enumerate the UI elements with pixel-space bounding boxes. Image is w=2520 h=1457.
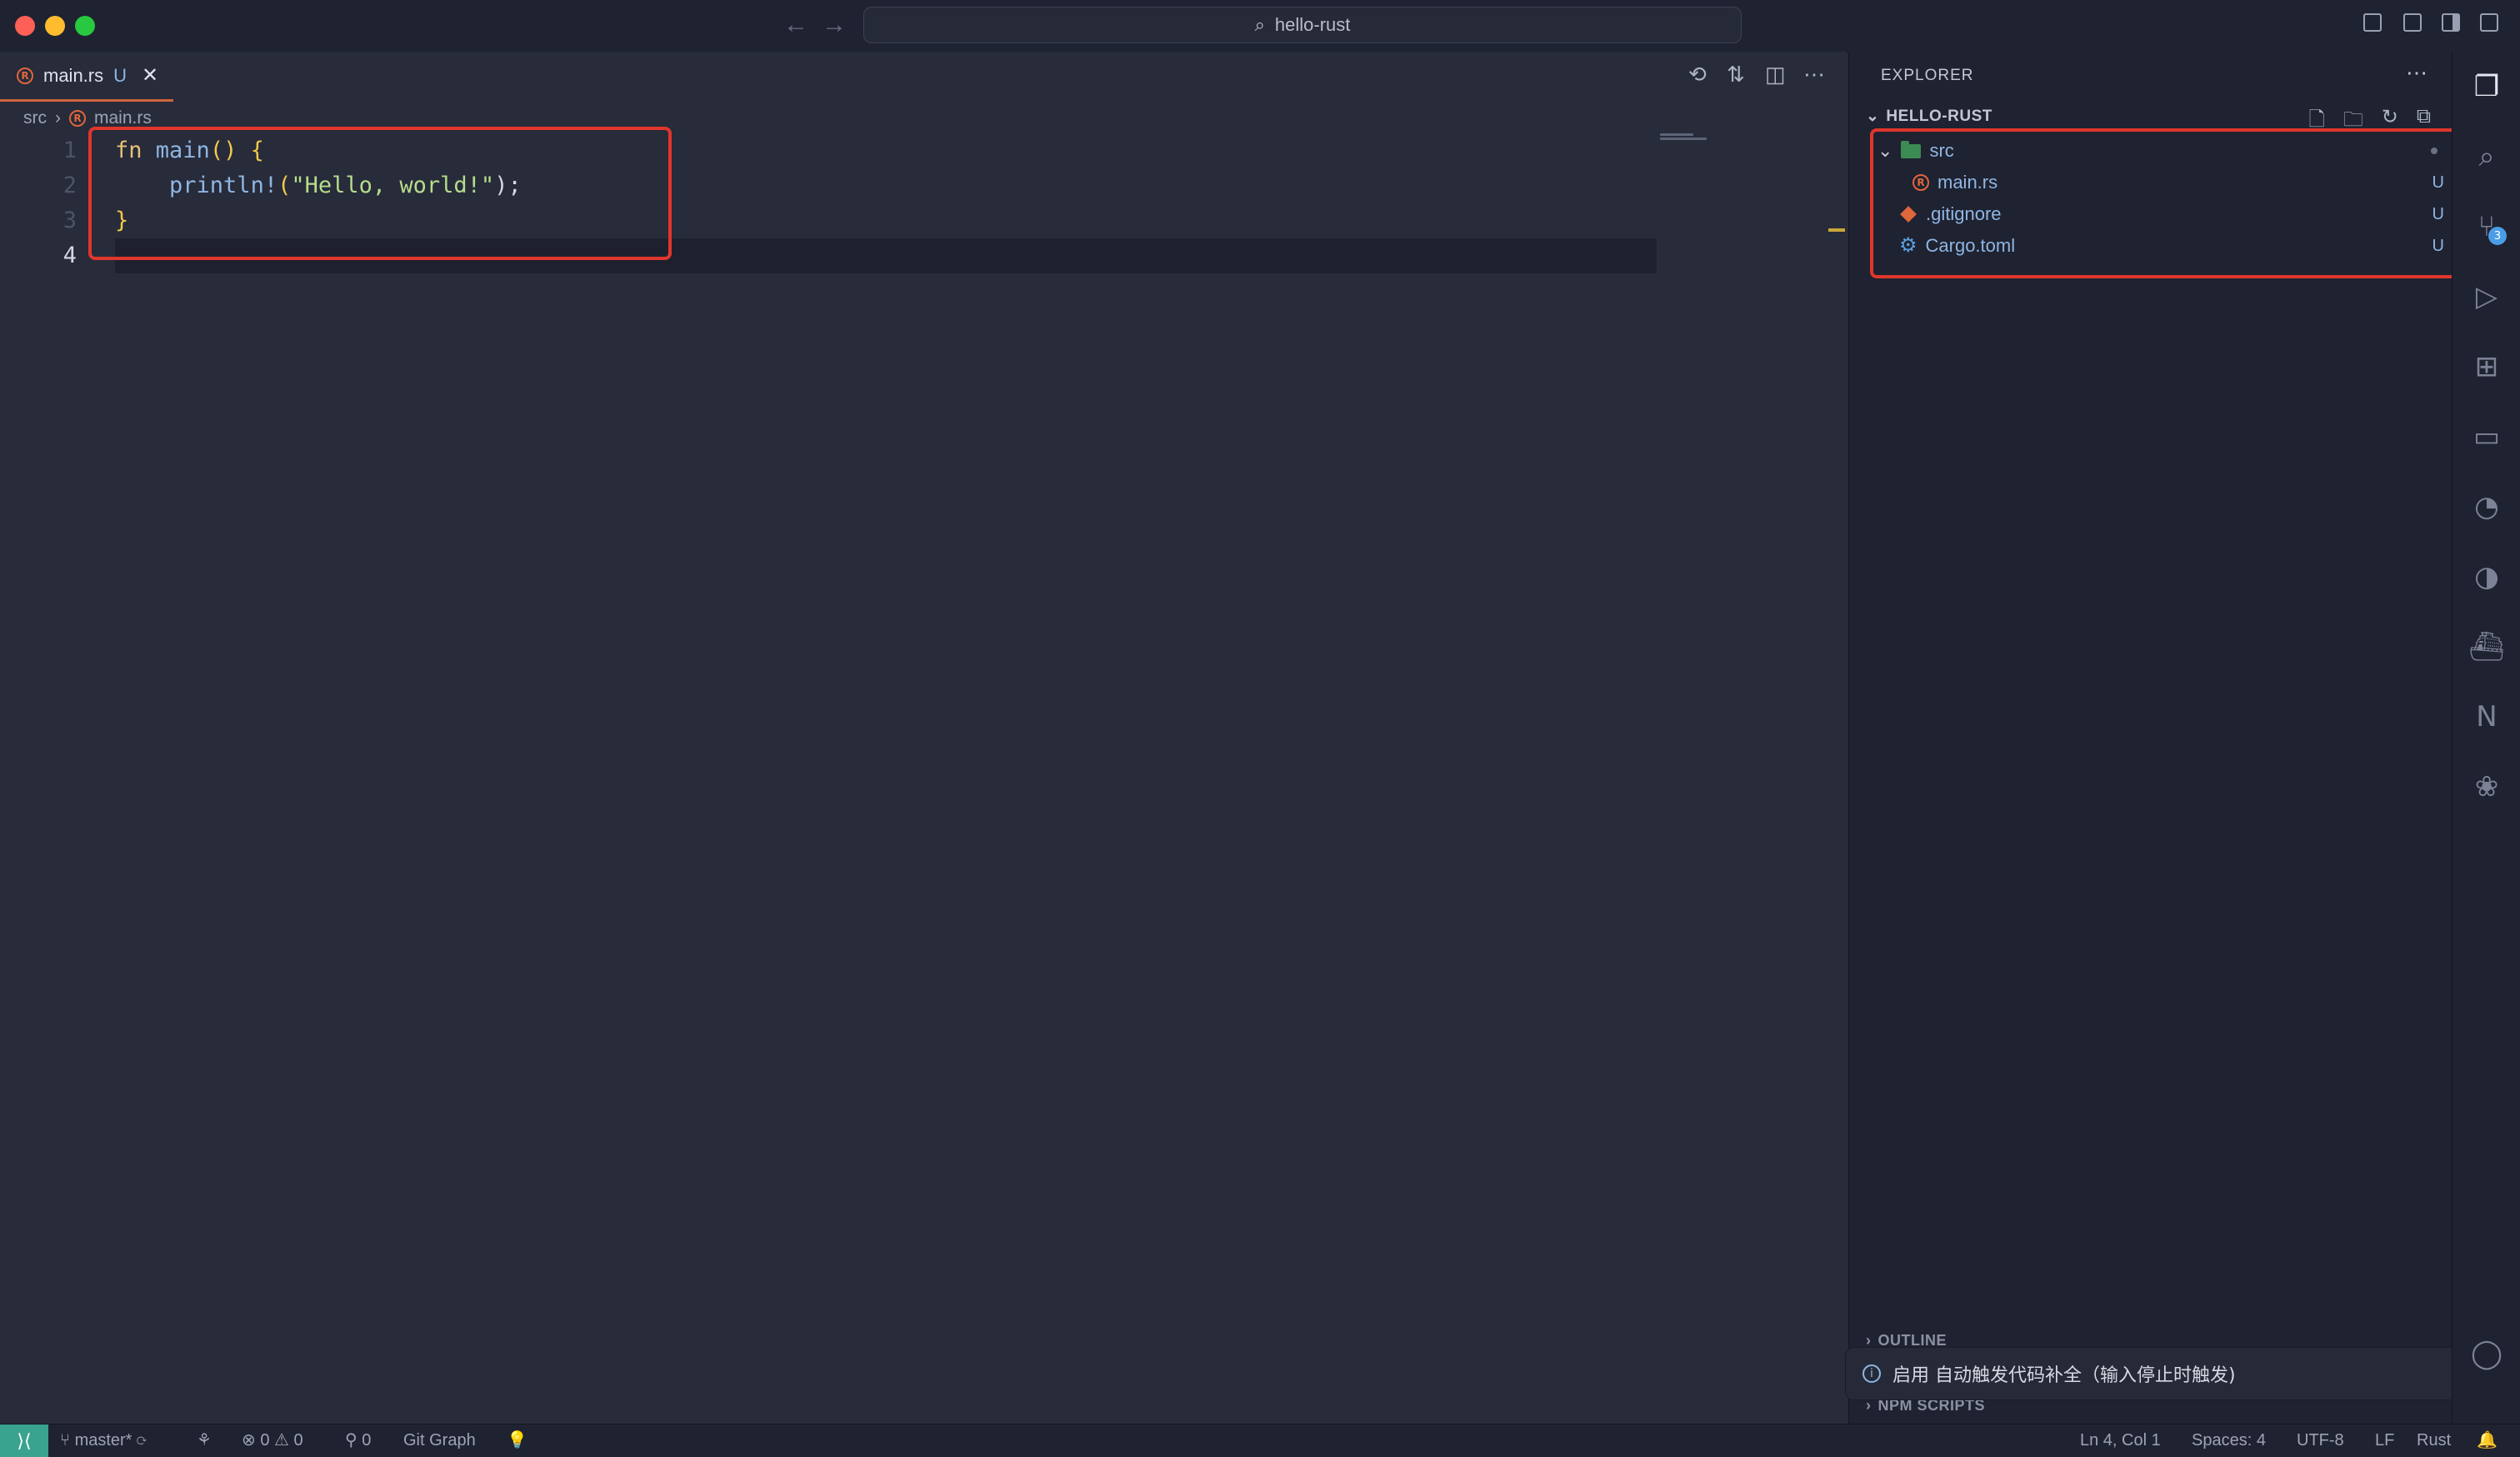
title-bar: ← → ⌕ hello-rust: [0, 0, 2520, 53]
timeline-history-icon[interactable]: ⟲: [1688, 62, 1707, 88]
search-icon: ⌕: [1254, 14, 1265, 35]
close-window-button[interactable]: [15, 16, 35, 36]
code-editor[interactable]: 1 fn main() { 2 println!("Hello, world!"…: [0, 133, 1847, 1417]
workspace-name: HELLO-RUST: [1886, 107, 1992, 125]
vscode-window: ← → ⌕ hello-rust R main.rs U ✕ ⟲ ⇅ ◫ ⋯ s…: [0, 0, 2520, 1457]
notification-text: 启用 自动触发代码补全（输入停止时触发): [1892, 1365, 2236, 1386]
forward-arrow-icon[interactable]: →: [822, 10, 847, 40]
language-mode[interactable]: Rust: [2417, 1424, 2451, 1457]
git-graph-icon[interactable]: ◔: [2467, 487, 2507, 527]
remote-indicator-icon[interactable]: ⟩⟨: [0, 1424, 48, 1457]
line-number: 3: [62, 208, 77, 233]
command-center-search[interactable]: ⌕ hello-rust: [863, 7, 1742, 43]
overview-ruler-marker: [1828, 228, 1845, 232]
files-highlight-box: [1870, 128, 2463, 278]
status-bar: ⟩⟨ ⑂ master* ⟳ ⚘ ⊗ 0 ⚠ 0 ⚲ 0 Git Graph 💡…: [0, 1424, 2520, 1457]
tab-label: main.rs: [43, 64, 104, 86]
notification-toast[interactable]: i 启用 自动触发代码补全（输入停止时触发): [1845, 1347, 2503, 1400]
search-icon[interactable]: ⌕: [2467, 137, 2507, 177]
code-highlight-box: [88, 127, 672, 260]
sync-icon[interactable]: ⚘: [197, 1424, 212, 1457]
gitlens-icon[interactable]: ◑: [2467, 557, 2507, 597]
chevron-down-icon: ⌄: [1866, 108, 1880, 125]
notifications-bell-icon[interactable]: 🔔: [2477, 1424, 2498, 1457]
git-graph-button[interactable]: Git Graph: [403, 1424, 476, 1457]
toggle-secondary-sidebar-icon[interactable]: [2442, 13, 2460, 32]
docker-icon[interactable]: ⛴: [2467, 627, 2507, 667]
breadcrumb-file[interactable]: main.rs: [94, 108, 152, 128]
sidebar-title: EXPLORER: [1881, 67, 1974, 84]
command-center-label: hello-rust: [1274, 14, 1351, 35]
back-arrow-icon[interactable]: ←: [783, 10, 808, 40]
editor-tab-bar: R main.rs U ✕ ⟲ ⇅ ◫ ⋯: [0, 52, 1847, 102]
account-icon[interactable]: ◯: [2467, 1334, 2507, 1374]
indentation[interactable]: Spaces: 4: [2192, 1424, 2266, 1457]
source-control-badge: 3: [2488, 227, 2507, 245]
branch-indicator[interactable]: ⑂ master* ⟳: [60, 1424, 147, 1457]
ports-indicator[interactable]: ⚲ 0: [345, 1424, 371, 1457]
line-number: 2: [62, 173, 77, 198]
problems-indicator[interactable]: ⊗ 0 ⚠ 0: [242, 1424, 303, 1457]
more-actions-icon[interactable]: ⋯: [1803, 62, 1825, 88]
minimize-window-button[interactable]: [45, 16, 65, 36]
cursor-position[interactable]: Ln 4, Col 1: [2080, 1424, 2161, 1457]
rust-file-icon: R: [17, 67, 33, 84]
encoding[interactable]: UTF-8: [2297, 1424, 2344, 1457]
remote-explorer-icon[interactable]: ▭: [2467, 417, 2507, 457]
workspace-root-header[interactable]: ⌄ HELLO-RUST: [1866, 107, 1992, 126]
chevron-right-icon: ›: [55, 108, 61, 128]
breadcrumb-folder[interactable]: src: [23, 108, 47, 128]
activity-bar: ❐ ⌕ ⑂ 3 ▷ ⊞ ▭ ◔ ◑ ⛴ N ❀ ◯: [2452, 52, 2520, 1424]
line-number: 4: [62, 243, 77, 268]
n2-extension-icon[interactable]: N: [2467, 697, 2507, 737]
branch-name: master*: [74, 1431, 132, 1449]
error-count: 0: [260, 1431, 270, 1449]
info-icon: i: [1862, 1364, 1881, 1383]
split-editor-icon[interactable]: ◫: [1765, 62, 1786, 88]
source-control-icon[interactable]: ⑂ 3: [2467, 207, 2507, 247]
warning-count: 0: [293, 1431, 303, 1449]
ports-count: 0: [362, 1431, 372, 1449]
minimap[interactable]: [1660, 133, 1710, 142]
explorer-files-icon[interactable]: ❐: [2467, 67, 2507, 107]
lotus-icon[interactable]: ❀: [2467, 767, 2507, 807]
tab-git-status: U: [113, 64, 128, 86]
end-of-line[interactable]: LF: [2375, 1424, 2394, 1457]
customize-layout-icon[interactable]: [2480, 13, 2498, 32]
line-number: 1: [62, 138, 77, 163]
more-actions-icon[interactable]: ⋯: [2406, 60, 2428, 86]
open-changes-icon[interactable]: ⇅: [1727, 62, 1745, 88]
rust-file-icon: R: [69, 110, 86, 127]
run-debug-icon[interactable]: ▷: [2467, 277, 2507, 317]
lightbulb-icon[interactable]: 💡: [507, 1424, 528, 1457]
toggle-panel-icon[interactable]: [2403, 13, 2422, 32]
extensions-icon[interactable]: ⊞: [2467, 347, 2507, 387]
toggle-primary-sidebar-icon[interactable]: [2363, 13, 2382, 32]
maximize-window-button[interactable]: [75, 16, 95, 36]
close-icon[interactable]: ✕: [142, 63, 158, 88]
tab-main-rs[interactable]: R main.rs U ✕: [0, 52, 173, 102]
